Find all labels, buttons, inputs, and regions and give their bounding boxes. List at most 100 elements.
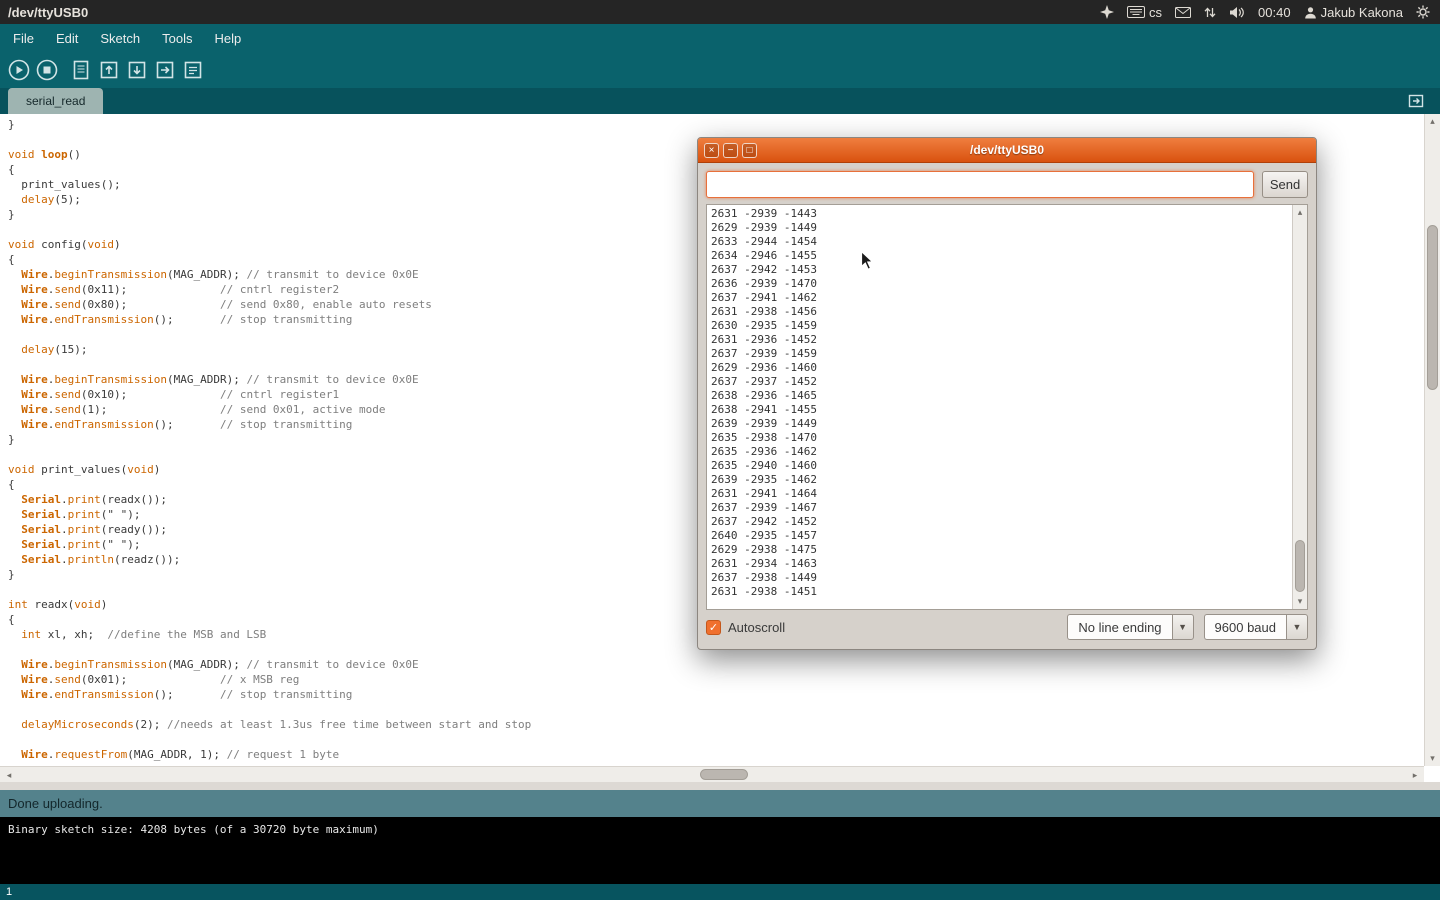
footer-bar: 1	[0, 884, 1440, 900]
menu-item-edit[interactable]: Edit	[45, 24, 89, 52]
tab-label: serial_read	[26, 94, 85, 108]
stop-icon	[35, 58, 59, 82]
tab-serial-read[interactable]: serial_read	[8, 88, 103, 114]
keyboard-layout-indicator[interactable]: cs	[1127, 5, 1162, 20]
serial-monitor-button[interactable]	[179, 56, 207, 84]
mail-icon[interactable]	[1175, 7, 1191, 18]
scroll-down-icon[interactable]: ▾	[1425, 754, 1440, 763]
stop-button[interactable]	[33, 56, 61, 84]
open-button[interactable]	[95, 56, 123, 84]
serial-scroll-up-icon[interactable]: ▴	[1293, 208, 1307, 217]
horizontal-scroll-thumb[interactable]	[700, 769, 748, 780]
code-line: Wire.beginTransmission(MAG_ADDR); // tra…	[8, 657, 1424, 672]
maximize-icon[interactable]: □	[742, 143, 757, 158]
code-line	[8, 732, 1424, 747]
serial-line: 2631 -2936 -1452	[711, 333, 1288, 347]
window-controls: × − □	[698, 143, 757, 158]
serial-line: 2631 -2938 -1451	[711, 585, 1288, 599]
scroll-up-icon[interactable]: ▴	[1425, 117, 1440, 126]
clock[interactable]: 00:40	[1258, 5, 1291, 20]
baud-rate-value: 9600 baud	[1204, 614, 1286, 640]
menu-item-tools[interactable]: Tools	[151, 24, 203, 52]
line-ending-value: No line ending	[1067, 614, 1171, 640]
code-line: delayMicroseconds(2); //needs at least 1…	[8, 717, 1424, 732]
serial-line: 2638 -2936 -1465	[711, 389, 1288, 403]
serial-line: 2637 -2939 -1467	[711, 501, 1288, 515]
vertical-scroll-thumb[interactable]	[1427, 225, 1438, 390]
chevron-down-icon[interactable]: ▼	[1286, 614, 1308, 640]
send-button[interactable]: Send	[1262, 171, 1308, 198]
scroll-left-icon[interactable]: ◂	[4, 771, 14, 780]
indicator-icon[interactable]	[1100, 5, 1114, 19]
save-button[interactable]	[123, 56, 151, 84]
upload-button[interactable]	[151, 56, 179, 84]
serial-line: 2631 -2941 -1464	[711, 487, 1288, 501]
serial-monitor-icon	[181, 58, 205, 82]
baud-rate-dropdown[interactable]: 9600 baud ▼	[1204, 614, 1308, 640]
serial-line: 2629 -2936 -1460	[711, 361, 1288, 375]
serial-scrollbar[interactable]: ▴ ▾	[1292, 205, 1307, 609]
keyboard-layout-label: cs	[1149, 5, 1162, 20]
serial-line: 2637 -2942 -1453	[711, 263, 1288, 277]
scroll-right-icon[interactable]: ▸	[1410, 771, 1420, 780]
serial-monitor-titlebar[interactable]: × − □ /dev/ttyUSB0	[698, 138, 1316, 163]
serial-line: 2636 -2939 -1470	[711, 277, 1288, 291]
serial-send-input[interactable]	[706, 171, 1254, 198]
code-line: Wire.requestFrom(MAG_ADDR, 1); // reques…	[8, 747, 1424, 762]
menu-item-file[interactable]: File	[2, 24, 45, 52]
close-icon[interactable]: ×	[704, 143, 719, 158]
serial-line: 2640 -2935 -1457	[711, 529, 1288, 543]
menu-item-help[interactable]: Help	[203, 24, 252, 52]
send-button-label: Send	[1270, 177, 1300, 192]
serial-output[interactable]: 2631 -2939 -14432629 -2939 -14492633 -29…	[707, 205, 1292, 609]
serial-line: 2637 -2937 -1452	[711, 375, 1288, 389]
save-icon	[125, 58, 149, 82]
minimize-icon[interactable]: −	[723, 143, 738, 158]
toolbar	[0, 52, 1440, 88]
code-line: Wire.endTransmission(); // stop transmit…	[8, 687, 1424, 702]
serial-line: 2631 -2934 -1463	[711, 557, 1288, 571]
verify-icon	[7, 58, 31, 82]
serial-line: 2637 -2938 -1449	[711, 571, 1288, 585]
serial-line: 2638 -2941 -1455	[711, 403, 1288, 417]
code-line	[8, 702, 1424, 717]
new-tab-button[interactable]	[1406, 91, 1426, 111]
serial-scroll-thumb[interactable]	[1295, 540, 1305, 592]
status-message: Done uploading.	[8, 796, 103, 811]
editor-vertical-scrollbar[interactable]: ▴ ▾	[1424, 114, 1440, 766]
serial-line: 2639 -2939 -1449	[711, 417, 1288, 431]
user-name-label: Jakub Kakona	[1321, 5, 1403, 20]
serial-output-area: 2631 -2939 -14432629 -2939 -14492633 -29…	[706, 204, 1308, 610]
serial-line: 2634 -2946 -1455	[711, 249, 1288, 263]
serial-line: 2631 -2939 -1443	[711, 207, 1288, 221]
menubar: FileEditSketchToolsHelp	[0, 24, 1440, 52]
serial-monitor-title: /dev/ttyUSB0	[698, 143, 1316, 157]
serial-line: 2635 -2936 -1462	[711, 445, 1288, 459]
line-ending-dropdown[interactable]: No line ending ▼	[1067, 614, 1193, 640]
top-panel: /dev/ttyUSB0 cs 00:40 Jakub Kakona	[0, 0, 1440, 24]
chevron-down-icon[interactable]: ▼	[1172, 614, 1194, 640]
new-button[interactable]	[67, 56, 95, 84]
serial-line: 2637 -2941 -1462	[711, 291, 1288, 305]
user-menu[interactable]: Jakub Kakona	[1304, 5, 1403, 20]
status-bar: Done uploading.	[0, 790, 1440, 817]
serial-line: 2629 -2938 -1475	[711, 543, 1288, 557]
serial-line: 2637 -2939 -1459	[711, 347, 1288, 361]
serial-line: 2635 -2940 -1460	[711, 459, 1288, 473]
serial-monitor-window: × − □ /dev/ttyUSB0 Send 2631 -2939 -1443…	[697, 137, 1317, 650]
autoscroll-checkbox[interactable]: ✓	[706, 620, 721, 635]
menu-item-sketch[interactable]: Sketch	[89, 24, 151, 52]
chrome-strip	[0, 782, 1440, 790]
serial-line: 2630 -2935 -1459	[711, 319, 1288, 333]
serial-scroll-down-icon[interactable]: ▾	[1293, 597, 1307, 606]
volume-icon[interactable]	[1229, 6, 1245, 19]
console-output: Binary sketch size: 4208 bytes (of a 307…	[0, 817, 1440, 884]
editor-horizontal-scrollbar[interactable]: ◂ ▸	[0, 766, 1424, 782]
console-text: Binary sketch size: 4208 bytes (of a 307…	[8, 823, 379, 836]
tabbar: serial_read	[0, 88, 1440, 114]
serial-line: 2637 -2942 -1452	[711, 515, 1288, 529]
upload-icon	[153, 58, 177, 82]
verify-button[interactable]	[5, 56, 33, 84]
session-gear-icon[interactable]	[1416, 5, 1430, 19]
network-icon[interactable]	[1204, 6, 1216, 19]
